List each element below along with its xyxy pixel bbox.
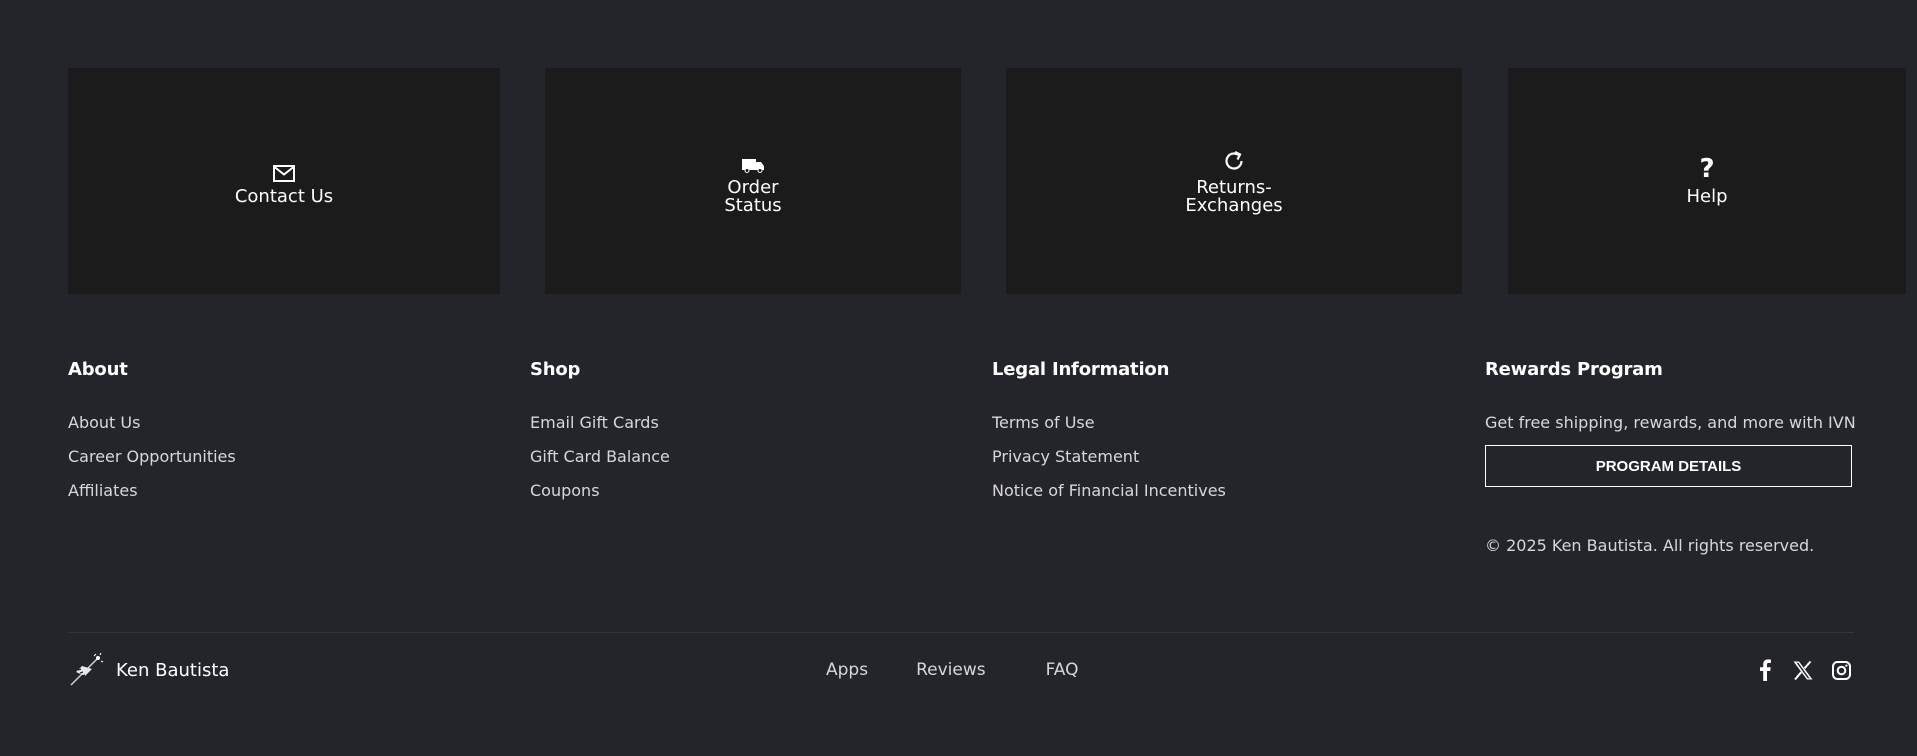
brand-logo-icon — [68, 652, 104, 688]
financial-incentives-link[interactable]: Notice of Financial Incentives — [992, 474, 1226, 508]
legal-links: Terms of Use Privacy Statement Notice of… — [992, 406, 1226, 508]
apps-link[interactable]: Apps — [826, 658, 868, 682]
rewards-column: Rewards Program Get free shipping, rewar… — [1485, 358, 1865, 557]
footer-divider — [68, 632, 1854, 633]
about-heading: About — [68, 359, 128, 380]
facebook-icon[interactable] — [1754, 659, 1776, 681]
instagram-icon[interactable] — [1830, 659, 1852, 681]
rewards-description: Get free shipping, rewards, and more wit… — [1485, 413, 1856, 432]
question-glyph: ? — [1699, 154, 1715, 184]
returns-exchanges-card[interactable]: Returns-Exchanges — [1006, 68, 1462, 294]
terms-of-use-link[interactable]: Terms of Use — [992, 406, 1226, 440]
social-links — [1754, 659, 1852, 681]
brand-name: Ken Bautista — [116, 659, 230, 681]
brand[interactable]: Ken Bautista — [68, 652, 229, 688]
shop-heading: Shop — [530, 359, 581, 380]
x-icon[interactable] — [1792, 659, 1814, 681]
help-label: Help — [1686, 186, 1728, 207]
program-details-button[interactable]: PROGRAM DETAILS — [1485, 445, 1852, 487]
email-gift-cards-link[interactable]: Email Gift Cards — [530, 406, 670, 440]
refresh-icon — [1222, 147, 1246, 173]
about-links: About Us Career Opportunities Affiliates — [68, 406, 236, 508]
shop-column: Shop Email Gift Cards Gift Card Balance … — [530, 358, 670, 508]
legal-column: Legal Information Terms of Use Privacy S… — [992, 358, 1226, 508]
mail-icon — [273, 156, 295, 182]
faq-link[interactable]: FAQ — [1046, 658, 1079, 682]
question-icon: ? — [1699, 156, 1714, 182]
about-column: About About Us Career Opportunities Affi… — [68, 358, 236, 508]
legal-heading: Legal Information — [992, 359, 1170, 380]
order-status-card[interactable]: Order Status — [545, 68, 961, 294]
shop-links: Email Gift Cards Gift Card Balance Coupo… — [530, 406, 670, 508]
rewards-heading: Rewards Program — [1485, 359, 1663, 380]
affiliates-link[interactable]: Affiliates — [68, 474, 236, 508]
truck-icon — [741, 147, 765, 173]
gift-card-balance-link[interactable]: Gift Card Balance — [530, 440, 670, 474]
bottom-links: Apps Reviews FAQ — [826, 658, 1079, 682]
coupons-link[interactable]: Coupons — [530, 474, 670, 508]
privacy-statement-link[interactable]: Privacy Statement — [992, 440, 1226, 474]
contact-us-card[interactable]: Contact Us — [68, 68, 500, 294]
about-us-link[interactable]: About Us — [68, 406, 236, 440]
help-card[interactable]: ? Help — [1508, 68, 1906, 294]
copyright-text: © 2025 Ken Bautista. All rights reserved… — [1485, 536, 1815, 555]
contact-us-label: Contact Us — [234, 186, 334, 207]
career-opportunities-link[interactable]: Career Opportunities — [68, 440, 236, 474]
order-status-label: Order Status — [724, 177, 782, 216]
returns-exchanges-label: Returns-Exchanges — [1185, 177, 1283, 216]
reviews-link[interactable]: Reviews — [916, 658, 986, 682]
